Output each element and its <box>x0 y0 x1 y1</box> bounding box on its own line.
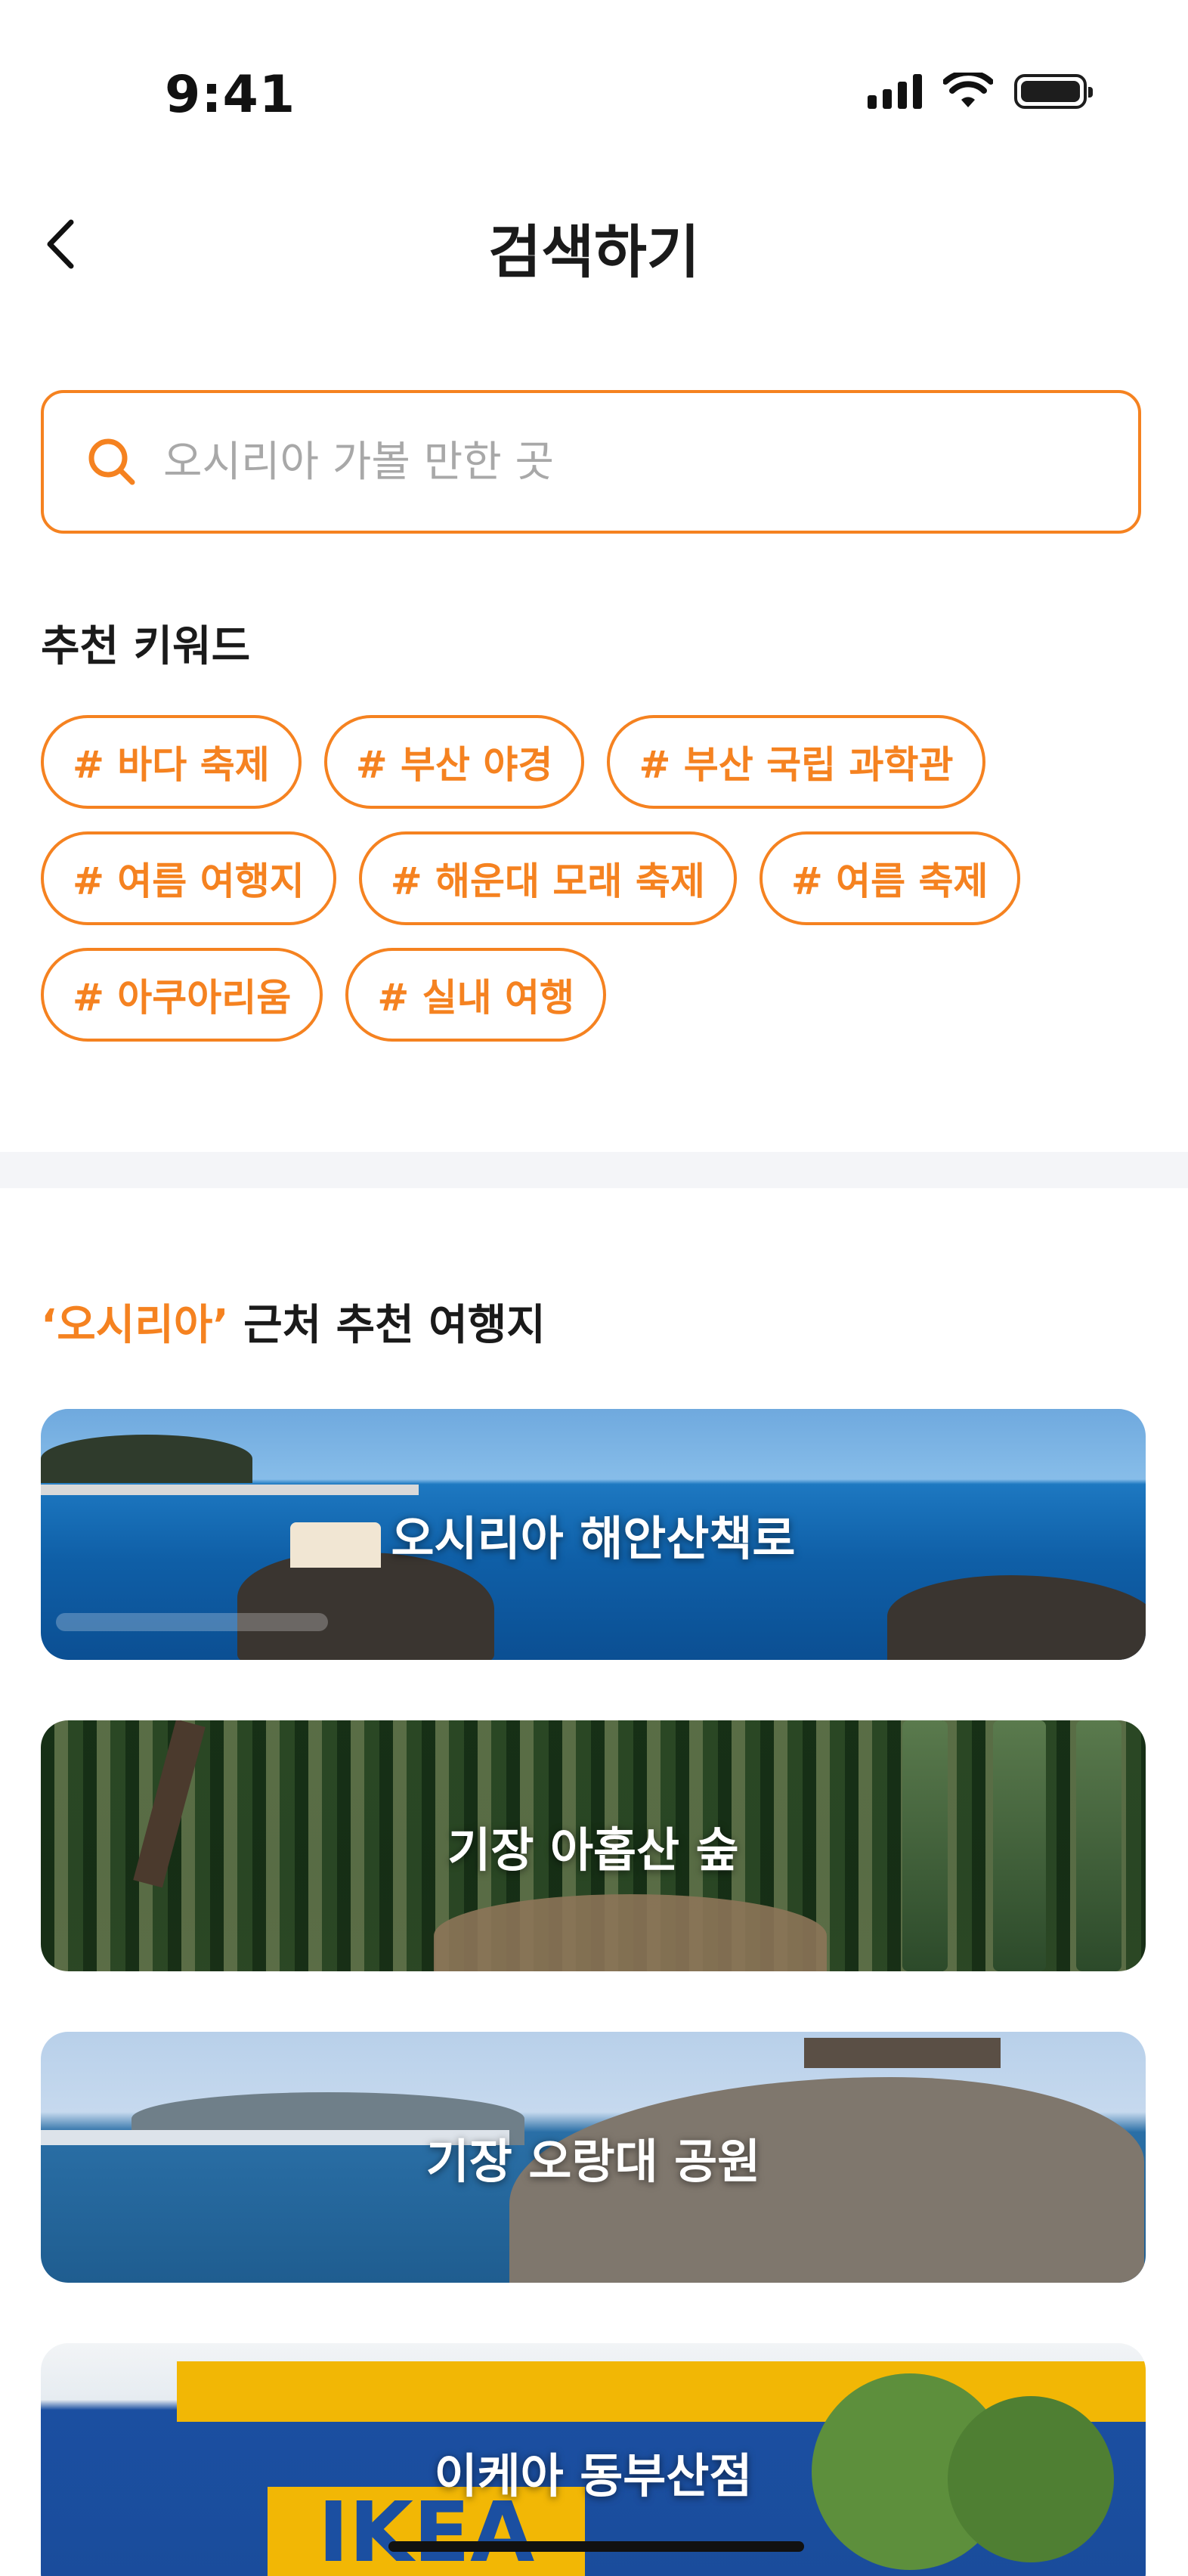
keyword-chip-list: # 바다 축제 # 부산 야경 # 부산 국립 과학관 # 여름 여행지 # 해… <box>41 715 1144 1042</box>
cliff-structure-image <box>804 2038 1001 2068</box>
keyword-chip[interactable]: # 부산 야경 <box>323 715 585 809</box>
section-divider <box>0 1152 1188 1188</box>
wifi-icon <box>943 73 993 107</box>
home-indicator[interactable] <box>388 2541 804 2552</box>
status-time: 9:41 <box>165 65 296 125</box>
status-icons <box>868 73 1093 110</box>
search-bar[interactable] <box>41 390 1141 534</box>
rock-with-pavilion-image <box>237 1553 494 1660</box>
place-card-title: 기장 아홉산 숲 <box>447 1822 739 1878</box>
place-card-title: 오시리아 해안산책로 <box>391 1511 796 1566</box>
keyword-chip[interactable]: # 실내 여행 <box>345 948 607 1042</box>
search-screen: 9:41 검색하기 오시리아 가볼 만한 곳 추천 키워드 # 바다 축제 # … <box>0 0 1188 2576</box>
search-input[interactable] <box>163 437 1070 487</box>
keyword-chip[interactable]: # 아쿠아리움 <box>41 948 323 1042</box>
keyword-chip[interactable]: # 해운대 모래 축제 <box>358 831 737 925</box>
place-card[interactable]: 기장 오랑대 공원 <box>41 2032 1146 2283</box>
keyword-chip[interactable]: # 부산 국립 과학관 <box>607 715 985 809</box>
breakwater-image <box>41 1485 419 1495</box>
keyword-chip[interactable]: # 바다 축제 <box>41 715 302 809</box>
search-icon <box>82 432 142 492</box>
location-highlight: ‘오시리아’ <box>41 1301 229 1350</box>
keyword-chip[interactable]: # 여름 축제 <box>759 831 1020 925</box>
cellular-signal-icon <box>868 74 922 109</box>
keyword-chip[interactable]: # 여름 여행지 <box>41 831 336 925</box>
right-rocks-image <box>887 1575 1146 1660</box>
battery-icon <box>1014 74 1093 109</box>
trail-path-image <box>434 1894 827 1971</box>
nearby-title-text: 근처 추천 여행지 <box>228 1301 546 1350</box>
place-card-title: 이케아 동부산점 <box>434 2448 753 2503</box>
status-bar: 9:41 <box>0 0 1188 189</box>
recommended-keywords-title: 추천 키워드 <box>41 622 251 671</box>
top-app-bar: 검색하기 <box>0 189 1188 302</box>
wave-foam-image <box>56 1613 328 1631</box>
place-card-title: 기장 오랑대 공원 <box>425 2134 761 2189</box>
nearby-recommendations-title: ‘오시리아’ 근처 추천 여행지 <box>41 1291 546 1352</box>
place-card[interactable]: 기장 아홉산 숲 <box>41 1720 1146 1971</box>
headland-image <box>41 1435 252 1483</box>
place-card[interactable]: 오시리아 해안산책로 <box>41 1409 1146 1660</box>
page-title: 검색하기 <box>488 218 700 286</box>
